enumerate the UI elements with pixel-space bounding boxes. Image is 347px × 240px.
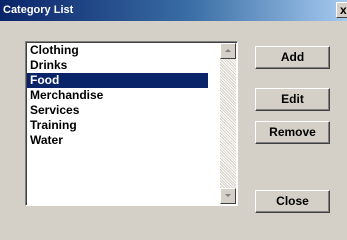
list-item-services[interactable]: Services — [27, 103, 208, 118]
close-button[interactable]: Close — [255, 190, 330, 213]
arrow-down-icon — [225, 194, 231, 197]
list-item-food[interactable]: Food — [27, 73, 208, 88]
close-icon[interactable]: x — [336, 2, 347, 18]
arrow-up-icon — [225, 49, 231, 52]
window-title: Category List — [3, 4, 74, 16]
scroll-up-button[interactable] — [220, 43, 236, 59]
add-button[interactable]: Add — [255, 46, 330, 69]
list-item-training[interactable]: Training — [27, 118, 208, 133]
edit-button[interactable]: Edit — [255, 88, 330, 111]
list-item-clothing[interactable]: Clothing — [27, 43, 208, 58]
list-items: Clothing Drinks Food Merchandise Service… — [27, 43, 208, 148]
dialog-body: Clothing Drinks Food Merchandise Service… — [0, 21, 347, 240]
category-listbox[interactable]: Clothing Drinks Food Merchandise Service… — [25, 41, 238, 206]
title-bar[interactable]: Category List x — [0, 0, 347, 21]
scroll-down-button[interactable] — [220, 188, 236, 204]
list-item-drinks[interactable]: Drinks — [27, 58, 208, 73]
list-item-water[interactable]: Water — [27, 133, 208, 148]
vertical-scrollbar[interactable] — [220, 43, 236, 204]
remove-button[interactable]: Remove — [255, 121, 330, 144]
list-item-merchandise[interactable]: Merchandise — [27, 88, 208, 103]
